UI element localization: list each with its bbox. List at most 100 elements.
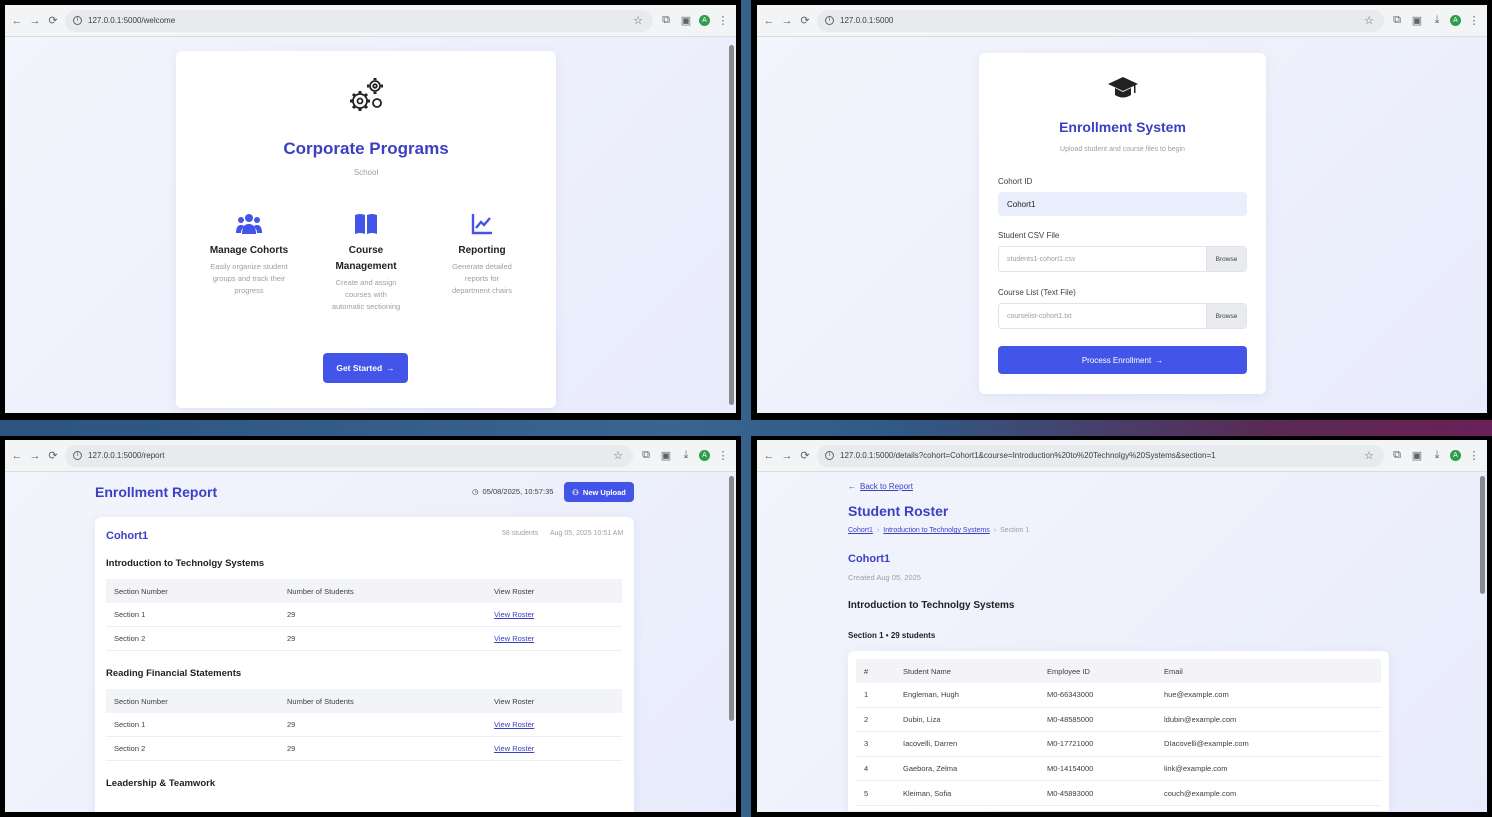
scrollbar[interactable] [1480, 476, 1485, 594]
column-header: View Roster [494, 696, 535, 706]
reload-icon[interactable]: ⟳ [47, 14, 59, 27]
profile-avatar[interactable]: A [1450, 450, 1461, 461]
page-title: Corporate Programs [283, 139, 449, 158]
scrollbar[interactable] [729, 476, 734, 721]
table-header: # Student Name Employee ID Email [856, 659, 1381, 683]
clock-icon: ◷ [472, 487, 479, 496]
extensions-icon[interactable]: ⧉ [1390, 449, 1404, 462]
extensions-icon[interactable]: ⧉ [639, 449, 653, 462]
desc-line: automatic sectioning [331, 302, 401, 311]
view-roster-link[interactable]: View Roster [494, 610, 534, 619]
bookmark-star-icon[interactable]: ☆ [1362, 449, 1376, 462]
student-csv-file-input[interactable]: students1-cohort1.csv Browse [998, 246, 1247, 272]
row-number: 1 [864, 690, 869, 700]
column-header: Section Number [114, 586, 168, 596]
back-icon[interactable]: ← [11, 450, 23, 462]
column-header: Section Number [114, 696, 168, 706]
page-title: Enrollment System [1059, 119, 1186, 135]
scrollbar[interactable] [729, 45, 734, 405]
address-bar[interactable]: i 127.0.0.1:5000/details?cohort=Cohort1&… [817, 444, 1384, 467]
table-row: Section 2 29 View Roster [106, 627, 622, 651]
breadcrumb-course[interactable]: Introduction to Technolgy Systems [883, 527, 989, 534]
breadcrumb-cohort[interactable]: Cohort1 [848, 527, 873, 534]
cohort-id-input[interactable]: Cohort1 [998, 192, 1247, 216]
site-info-icon[interactable]: i [73, 16, 82, 25]
table-header: Section Number Number of Students View R… [106, 579, 622, 603]
forward-icon[interactable]: → [781, 450, 793, 462]
side-panel-icon[interactable]: ▣ [1410, 14, 1424, 27]
table-row: Section 1 29 View Roster [106, 713, 622, 737]
feature-title: Course Management [317, 243, 415, 275]
column-header: View Roster [494, 586, 535, 596]
section-number: Section 1 [114, 720, 146, 729]
student-count-cell: 29 [287, 744, 296, 753]
menu-icon[interactable]: ⋮ [716, 14, 730, 27]
get-started-button[interactable]: Get Started → [323, 353, 408, 383]
column-header: Email [1164, 666, 1183, 676]
browser-toolbar: ← → ⟳ i 127.0.0.1:5000/report ☆ ⧉ ▣ ⤓ A … [5, 440, 736, 472]
profile-avatar[interactable]: A [699, 450, 710, 461]
view-roster-link[interactable]: View Roster [494, 634, 534, 643]
student-count: 58 students [502, 530, 539, 537]
button-label: Process Enrollment [1081, 355, 1152, 365]
bookmark-star-icon[interactable]: ☆ [611, 449, 625, 462]
address-bar[interactable]: i 127.0.0.1:5000 ☆ [817, 9, 1384, 32]
reload-icon[interactable]: ⟳ [47, 449, 59, 462]
view-roster-link[interactable]: View Roster [494, 720, 534, 729]
bookmark-star-icon[interactable]: ☆ [631, 14, 645, 27]
cohort-date: Aug 05, 2025 10:51 AM [550, 530, 624, 537]
browse-button[interactable]: Browse [1206, 247, 1246, 271]
side-panel-icon[interactable]: ▣ [679, 14, 693, 27]
download-icon[interactable]: ⤓ [1430, 14, 1444, 27]
employee-id: M0-48585000 [1047, 714, 1094, 724]
back-icon[interactable]: ← [763, 450, 775, 462]
forward-icon[interactable]: → [781, 15, 793, 27]
site-info-icon[interactable]: i [73, 451, 82, 460]
page-content: ← Back to Report Student Roster Cohort1 … [757, 472, 1487, 812]
back-icon[interactable]: ← [763, 15, 775, 27]
new-upload-button[interactable]: ⚇ New Upload [564, 482, 634, 502]
enrollment-card: Enrollment System Upload student and cou… [979, 53, 1266, 394]
address-bar[interactable]: i 127.0.0.1:5000/welcome ☆ [65, 9, 653, 32]
site-info-icon[interactable]: i [825, 451, 834, 460]
menu-icon[interactable]: ⋮ [1467, 14, 1481, 27]
created-date: Created Aug 05, 2025 [848, 573, 921, 582]
cohort-name: Cohort1 [848, 553, 891, 565]
student-name: Dubin, Liza [903, 714, 941, 724]
back-icon[interactable]: ← [11, 15, 23, 27]
profile-avatar[interactable]: A [699, 15, 710, 26]
section-table: Section Number Number of Students View R… [106, 689, 622, 761]
side-panel-icon[interactable]: ▣ [1410, 449, 1424, 462]
back-to-report-link[interactable]: ← Back to Report [848, 482, 913, 491]
extensions-icon[interactable]: ⧉ [1390, 14, 1404, 27]
download-icon[interactable]: ⤓ [679, 449, 693, 462]
cohort-report-card: Cohort1 58 students Aug 05, 2025 10:51 A… [95, 517, 634, 812]
email: couch@example.com [1164, 788, 1237, 798]
reload-icon[interactable]: ⟳ [799, 449, 811, 462]
feature-title: Manage Cohorts [209, 245, 289, 256]
browse-button[interactable]: Browse [1206, 304, 1246, 328]
menu-icon[interactable]: ⋮ [1467, 449, 1481, 462]
process-enrollment-button[interactable]: Process Enrollment → [998, 346, 1247, 374]
extensions-icon[interactable]: ⧉ [659, 14, 673, 27]
profile-avatar[interactable]: A [1450, 15, 1461, 26]
timestamp-text: 05/08/2025, 10:57:35 [482, 487, 554, 496]
course-title: Introduction to Technolgy Systems [848, 600, 1015, 611]
course-list-file-input[interactable]: courselist-cohort1.txt Browse [998, 303, 1247, 329]
forward-icon[interactable]: → [29, 15, 41, 27]
student-count-cell: 29 [287, 610, 296, 619]
side-panel-icon[interactable]: ▣ [659, 449, 673, 462]
download-icon[interactable]: ⤓ [1430, 449, 1444, 462]
view-roster-link[interactable]: View Roster [494, 744, 534, 753]
table-header: Section Number Number of Students View R… [106, 689, 622, 713]
bookmark-star-icon[interactable]: ☆ [1362, 14, 1376, 27]
arrow-right-icon: → [1155, 355, 1164, 365]
address-bar[interactable]: i 127.0.0.1:5000/report ☆ [65, 444, 633, 467]
email: DIacovelli@example.com [1164, 739, 1249, 749]
title-line: Course [348, 245, 384, 256]
report-timestamp: ◷ 05/08/2025, 10:57:35 [472, 487, 553, 496]
forward-icon[interactable]: → [29, 450, 41, 462]
site-info-icon[interactable]: i [825, 16, 834, 25]
reload-icon[interactable]: ⟳ [799, 14, 811, 27]
menu-icon[interactable]: ⋮ [716, 449, 730, 462]
